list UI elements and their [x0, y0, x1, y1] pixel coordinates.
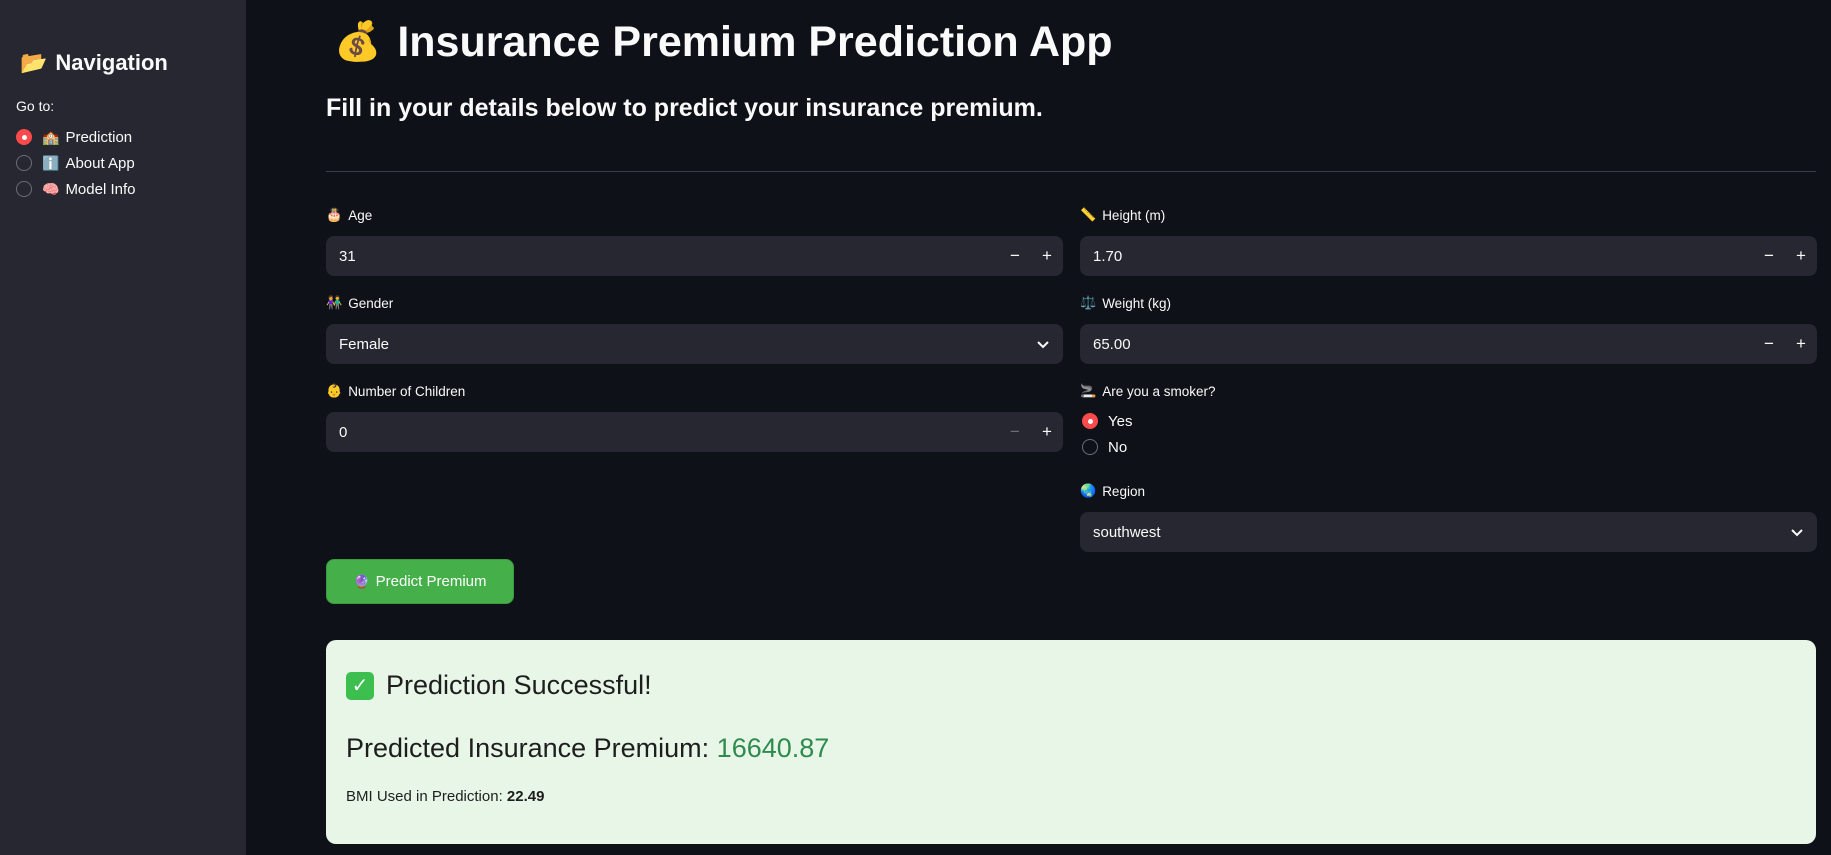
bmi-value: 22.49	[506, 788, 545, 805]
weight-label-text: Weight (kg)	[1102, 295, 1171, 311]
nav-option-label: Model Info	[65, 180, 136, 198]
height-label-text: Height (m)	[1102, 207, 1166, 223]
money-bag-icon: 💰	[334, 21, 382, 63]
weight-increment-button[interactable]: +	[1785, 324, 1817, 364]
radio-unchecked-icon[interactable]	[16, 181, 32, 197]
weight-input-value[interactable]: 65.00	[1080, 336, 1753, 353]
globe-icon: 🌏	[1080, 483, 1097, 498]
bmi-info: BMI Used in Prediction: 22.49	[346, 788, 1796, 805]
nav-option-label: Prediction	[65, 128, 133, 146]
predict-button-label: Predict Premium	[375, 573, 487, 590]
age-label: 🎂 Age	[326, 206, 1063, 224]
predict-premium-button[interactable]: 🔮 Predict Premium	[326, 559, 514, 604]
region-select-value: southwest	[1093, 523, 1161, 541]
age-label-text: Age	[348, 207, 373, 223]
sidebar-title-text: Navigation	[55, 50, 168, 75]
predicted-premium: Predicted Insurance Premium: 16640.87	[346, 733, 1796, 764]
info-icon: ℹ️	[42, 154, 60, 171]
smoker-option-yes[interactable]: Yes	[1080, 408, 1817, 434]
page-subtitle: Fill in your details below to predict yo…	[326, 94, 1043, 122]
gender-field: 👫 Gender Female	[326, 294, 1063, 364]
smoker-option-no[interactable]: No	[1080, 434, 1817, 460]
smoker-field: 🚬 Are you a smoker? Yes No	[1080, 382, 1817, 460]
height-decrement-button[interactable]: −	[1753, 236, 1785, 276]
school-icon: 🏫	[42, 128, 60, 145]
smoker-label-text: Are you a smoker?	[1102, 383, 1216, 399]
height-label: 📏 Height (m)	[1080, 206, 1817, 224]
result-heading: ✓ Prediction Successful!	[346, 670, 1796, 701]
weight-decrement-button[interactable]: −	[1753, 324, 1785, 364]
height-input[interactable]: 1.70 − +	[1080, 236, 1817, 276]
brain-icon: 🧠	[42, 180, 60, 197]
region-select[interactable]: southwest	[1080, 512, 1817, 552]
prediction-form: 🎂 Age 31 − + 👫 Gender Female 👶 Number of…	[326, 206, 1817, 552]
bmi-label: BMI Used in Prediction:	[346, 788, 503, 805]
radio-unchecked-icon[interactable]	[1082, 439, 1098, 455]
gender-label: 👫 Gender	[326, 294, 1063, 312]
folder-icon: 📂	[20, 50, 48, 75]
chevron-down-icon	[1791, 525, 1803, 540]
sidebar: 📂 Navigation Go to: 🏫 Prediction ℹ️ Abou…	[0, 0, 246, 855]
age-decrement-button[interactable]: −	[999, 236, 1031, 276]
weight-field: ⚖️ Weight (kg) 65.00 − +	[1080, 294, 1817, 364]
age-input[interactable]: 31 − +	[326, 236, 1063, 276]
cake-icon: 🎂	[326, 207, 343, 222]
age-input-value[interactable]: 31	[326, 248, 999, 265]
nav-radio-group: 🏫 Prediction ℹ️ About App 🧠 Model Info	[16, 124, 230, 202]
scale-icon: ⚖️	[1080, 295, 1097, 310]
smoker-option-label: No	[1108, 438, 1128, 456]
children-field: 👶 Number of Children 0 − +	[326, 382, 1063, 452]
nav-option-label: About App	[65, 154, 135, 172]
region-field: 🌏 Region southwest	[1080, 482, 1817, 552]
form-column-right: 📏 Height (m) 1.70 − + ⚖️ Weight (kg) 65.…	[1080, 206, 1817, 570]
weight-label: ⚖️ Weight (kg)	[1080, 294, 1817, 312]
gender-label-text: Gender	[348, 295, 394, 311]
children-label: 👶 Number of Children	[326, 382, 1063, 400]
chevron-down-icon	[1037, 337, 1049, 352]
smoker-radio-group: Yes No	[1080, 408, 1817, 460]
children-increment-button[interactable]: +	[1031, 412, 1063, 452]
nav-option-model-info[interactable]: 🧠 Model Info	[16, 176, 230, 202]
age-increment-button[interactable]: +	[1031, 236, 1063, 276]
region-label: 🌏 Region	[1080, 482, 1817, 500]
baby-icon: 👶	[326, 383, 343, 398]
region-label-text: Region	[1102, 483, 1145, 499]
height-field: 📏 Height (m) 1.70 − +	[1080, 206, 1817, 276]
page-title: 💰 Insurance Premium Prediction App	[334, 0, 1816, 84]
children-decrement-button[interactable]: −	[999, 412, 1031, 452]
cigarette-icon: 🚬	[1080, 383, 1097, 398]
gender-select-value: Female	[339, 335, 390, 353]
gender-select[interactable]: Female	[326, 324, 1063, 364]
divider	[326, 171, 1816, 172]
couple-icon: 👫	[326, 295, 343, 310]
children-label-text: Number of Children	[348, 383, 466, 399]
height-increment-button[interactable]: +	[1785, 236, 1817, 276]
form-column-left: 🎂 Age 31 − + 👫 Gender Female 👶 Number of…	[326, 206, 1063, 470]
crystal-ball-icon: 🔮	[353, 573, 370, 589]
goto-label: Go to:	[16, 98, 55, 114]
check-mark-icon: ✓	[346, 671, 374, 700]
premium-value: 16640.87	[716, 733, 830, 763]
radio-unchecked-icon[interactable]	[16, 155, 32, 171]
radio-checked-icon[interactable]	[16, 129, 32, 145]
result-heading-text: Prediction Successful!	[386, 670, 652, 700]
prediction-result-panel: ✓ Prediction Successful! Predicted Insur…	[326, 640, 1816, 844]
main-content: 💰 Insurance Premium Prediction App Fill …	[326, 0, 1817, 552]
ruler-icon: 📏	[1080, 207, 1097, 222]
nav-option-prediction[interactable]: 🏫 Prediction	[16, 124, 230, 150]
radio-checked-icon[interactable]	[1082, 413, 1098, 429]
children-input-value[interactable]: 0	[326, 424, 999, 441]
page-title-text: Insurance Premium Prediction App	[397, 17, 1113, 66]
smoker-option-label: Yes	[1108, 412, 1133, 430]
nav-option-about-app[interactable]: ℹ️ About App	[16, 150, 230, 176]
premium-label: Predicted Insurance Premium:	[346, 733, 710, 763]
smoker-label: 🚬 Are you a smoker?	[1080, 382, 1817, 400]
age-field: 🎂 Age 31 − +	[326, 206, 1063, 276]
children-input[interactable]: 0 − +	[326, 412, 1063, 452]
weight-input[interactable]: 65.00 − +	[1080, 324, 1817, 364]
sidebar-title: 📂 Navigation	[20, 50, 230, 76]
height-input-value[interactable]: 1.70	[1080, 248, 1753, 265]
